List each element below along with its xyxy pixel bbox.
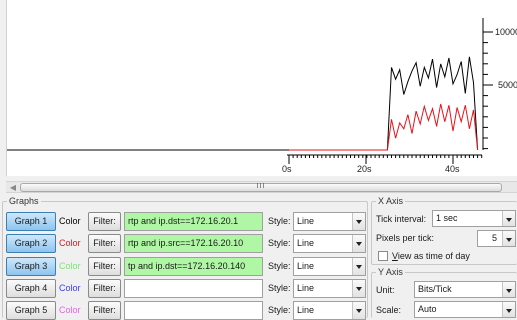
filter-button[interactable]: Filter: — [88, 301, 121, 320]
graph-toggle-button[interactable]: Graph 4 — [6, 279, 56, 298]
scale-label: Scale: — [376, 305, 402, 315]
chevron-down-icon[interactable] — [352, 213, 365, 230]
graph-toggle-button[interactable]: Graph 2 — [6, 234, 56, 253]
style-label: Style: — [268, 238, 291, 248]
y-tick-label-10000: 10000 — [495, 27, 517, 37]
style-value: Line — [297, 261, 315, 271]
horizontal-scrollbar[interactable]: ◀ III — [6, 181, 517, 193]
series-line-2 — [289, 103, 479, 151]
style-select[interactable]: Line — [293, 279, 366, 298]
filter-button[interactable]: Filter: — [88, 212, 121, 231]
filter-input[interactable] — [124, 279, 263, 298]
pixels-per-tick-value: 5 — [492, 233, 498, 243]
unit-select[interactable]: Bits/Tick — [414, 281, 516, 298]
unit-value: Bits/Tick — [418, 284, 452, 294]
graph-color-label[interactable]: Color — [59, 261, 81, 271]
y-axis-group: Y Axis Unit: Bits/Tick Scale: Auto — [371, 267, 517, 318]
style-select[interactable]: Line — [293, 212, 366, 231]
graph-color-label[interactable]: Color — [59, 216, 81, 226]
graph-row: Graph 2 Color Filter: rtp and ip.src==172.1… — [6, 234, 366, 253]
series-line-1 — [289, 56, 479, 151]
filter-input[interactable] — [124, 301, 263, 320]
style-select[interactable]: Line — [293, 301, 366, 320]
filter-button[interactable]: Filter: — [88, 234, 121, 253]
chevron-down-icon[interactable] — [502, 282, 515, 297]
filter-button[interactable]: Filter: — [88, 257, 121, 276]
graph-color-label[interactable]: Color — [59, 238, 81, 248]
pixels-per-tick-label: Pixels per tick: — [376, 233, 435, 243]
style-label: Style: — [268, 216, 291, 226]
tick-interval-label: Tick interval: — [376, 214, 427, 224]
style-select[interactable]: Line — [293, 257, 366, 276]
graph-toggle-button[interactable]: Graph 3 — [6, 257, 56, 276]
graph-row: Graph 5 Color Filter: Style: Line — [6, 301, 366, 320]
style-label: Style: — [268, 305, 291, 315]
graph-row: Graph 3 Color Filter: tp and ip.dst==172.16… — [6, 257, 366, 276]
style-value: Line — [297, 283, 315, 293]
io-graph-plot[interactable]: 10000 5000 0s 20s 40s — [6, 0, 517, 176]
style-select[interactable]: Line — [293, 234, 366, 253]
style-value: Line — [297, 305, 315, 315]
chevron-down-icon[interactable] — [352, 302, 365, 319]
filter-input[interactable]: rtp and ip.src==172.16.20.10 — [124, 234, 263, 253]
scale-select[interactable]: Auto — [414, 301, 516, 318]
scroll-left-arrow-icon[interactable]: ◀ — [8, 183, 18, 192]
graph-row: Graph 1 Color Filter: rtp and ip.dst==172.1… — [6, 212, 366, 231]
tick-interval-value: 1 sec — [436, 213, 458, 223]
filter-button[interactable]: Filter: — [88, 279, 121, 298]
view-as-time-of-day-checkbox[interactable] — [378, 251, 388, 261]
pixels-per-tick-select[interactable]: 5 — [477, 230, 516, 247]
x-axis-group-title: X Axis — [376, 196, 406, 206]
chevron-down-icon[interactable] — [502, 231, 515, 246]
chevron-down-icon[interactable] — [352, 235, 365, 252]
chevron-down-icon[interactable] — [352, 258, 365, 275]
scale-value: Auto — [418, 304, 437, 314]
scroll-grip-icon: III — [256, 183, 266, 190]
scroll-thumb[interactable]: III — [20, 183, 502, 192]
plot-canvas: 10000 5000 — [7, 18, 517, 164]
style-label: Style: — [268, 283, 291, 293]
view-as-time-of-day-text: iew as time of day — [397, 251, 470, 261]
series-layer — [7, 56, 479, 151]
y-axis-group-title: Y Axis — [376, 267, 405, 277]
x-tick-label-20s: 20s — [357, 164, 372, 174]
graph-color-label[interactable]: Color — [59, 305, 81, 315]
unit-label: Unit: — [376, 285, 395, 295]
filter-input[interactable]: rtp and ip.dst==172.16.20.1 — [124, 212, 263, 231]
x-axis-group: X Axis Tick interval: 1 sec Pixels per t… — [371, 196, 517, 265]
x-tick-label-0s: 0s — [282, 164, 292, 174]
filter-input[interactable]: tp and ip.dst==172.16.20.140 — [124, 257, 263, 276]
style-value: Line — [297, 216, 315, 226]
graph-row: Graph 4 Color Filter: Style: Line — [6, 279, 366, 298]
chevron-down-icon[interactable] — [502, 211, 515, 226]
style-label: Style: — [268, 261, 291, 271]
y-minor-ticks — [483, 31, 488, 150]
style-value: Line — [297, 238, 315, 248]
y-tick-label-5000: 5000 — [498, 80, 517, 90]
graphs-group-title: Graphs — [7, 196, 41, 206]
graph-toggle-button[interactable]: Graph 1 — [6, 212, 56, 231]
tick-interval-select[interactable]: 1 sec — [432, 210, 516, 227]
graph-toggle-button[interactable]: Graph 5 — [6, 301, 56, 320]
chevron-down-icon[interactable] — [502, 302, 515, 317]
chevron-down-icon[interactable] — [352, 280, 365, 297]
graph-color-label[interactable]: Color — [59, 283, 81, 293]
view-as-time-of-day-label: View as time of day — [392, 251, 470, 261]
x-tick-label-40s: 40s — [445, 164, 460, 174]
